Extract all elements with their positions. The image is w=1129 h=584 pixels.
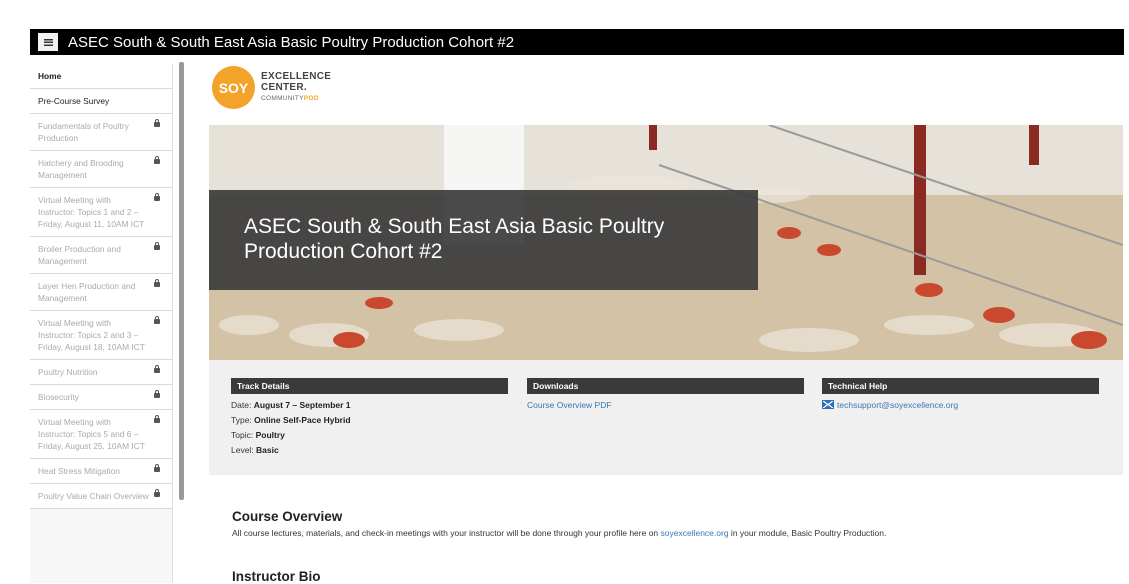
- overview-text-before: All course lectures, materials, and chec…: [232, 528, 661, 538]
- sidebar-item[interactable]: Heat Stress Mitigation: [30, 459, 172, 484]
- sidebar-item[interactable]: Hatchery and Brooding Management: [30, 151, 172, 188]
- sidebar-item-label: Hatchery and Brooding Management: [38, 158, 124, 180]
- track-date: Date: August 7 – September 1: [231, 398, 508, 413]
- sidebar-scrollbar[interactable]: [179, 62, 184, 500]
- lock-icon: [154, 119, 160, 127]
- sidebar-item[interactable]: Fundamentals of Poultry Production: [30, 114, 172, 151]
- sidebar-item-label: Heat Stress Mitigation: [38, 466, 120, 476]
- track-topic-label: Topic:: [231, 430, 256, 440]
- logo-wordmark: EXCELLENCE CENTER. COMMUNITYPOD: [261, 71, 331, 104]
- track-details-body: Date: August 7 – September 1 Type: Onlin…: [231, 398, 508, 458]
- course-title: ASEC South & South East Asia Basic Poult…: [68, 33, 515, 51]
- track-level: Level: Basic: [231, 443, 508, 458]
- logo-line2: CENTER.: [261, 82, 307, 93]
- envelope-icon: [822, 400, 834, 409]
- sidebar-item[interactable]: Virtual Meeting with Instructor: Topics …: [30, 410, 172, 459]
- track-topic: Topic: Poultry: [231, 428, 508, 443]
- sidebar-item-label: Home: [38, 71, 62, 81]
- lock-icon: [154, 279, 160, 287]
- logo-community-text: COMMUNITY: [261, 95, 304, 102]
- track-topic-value: Poultry: [255, 430, 285, 440]
- downloads-column: Downloads Course Overview PDF: [527, 378, 804, 413]
- course-overview-pdf-link[interactable]: Course Overview PDF: [527, 400, 612, 410]
- hero-title: ASEC South & South East Asia Basic Poult…: [244, 215, 665, 263]
- sidebar-item[interactable]: Virtual Meeting with Instructor: Topics …: [30, 311, 172, 360]
- track-date-label: Date:: [231, 400, 254, 410]
- sidebar-item[interactable]: Broiler Production and Management: [30, 237, 172, 274]
- top-header-bar: ASEC South & South East Asia Basic Poult…: [30, 29, 1124, 55]
- lock-icon: [154, 390, 160, 398]
- track-details-heading: Track Details: [231, 378, 508, 394]
- hero-title-overlay: ASEC South & South East Asia Basic Poult…: [209, 190, 758, 290]
- track-date-value: August 7 – September 1: [253, 400, 351, 410]
- soy-excellence-logo: SOY EXCELLENCE CENTER. COMMUNITYPOD: [212, 66, 331, 109]
- sidebar-item[interactable]: Home: [30, 64, 172, 89]
- track-type-label: Type:: [231, 415, 255, 425]
- soy-logo-mark: SOY: [212, 66, 255, 109]
- lock-icon: [154, 316, 160, 324]
- lock-icon: [154, 156, 160, 164]
- techsupport-email-link[interactable]: techsupport@soyexcellence.org: [837, 400, 958, 410]
- sidebar-item-label: Pre-Course Survey: [38, 96, 110, 106]
- menu-icon: [43, 38, 53, 46]
- downloads-heading: Downloads: [527, 378, 804, 394]
- sidebar-item-label: Poultry Nutrition: [38, 367, 98, 377]
- sidebar-item-label: Virtual Meeting with Instructor: Topics …: [38, 417, 145, 451]
- sidebar-item[interactable]: Layer Hen Production and Management: [30, 274, 172, 311]
- sidebar-item-label: Layer Hen Production and Management: [38, 281, 136, 303]
- sidebar-item-label: Broiler Production and Management: [38, 244, 121, 266]
- sidebar-item[interactable]: Poultry Nutrition: [30, 360, 172, 385]
- technical-help-body: techsupport@soyexcellence.org: [822, 398, 1099, 413]
- sidebar-item-label: Virtual Meeting with Instructor: Topics …: [38, 195, 145, 229]
- lock-icon: [154, 193, 160, 201]
- lock-icon: [154, 242, 160, 250]
- lock-icon: [154, 464, 160, 472]
- overview-text-after: in your module, Basic Poultry Production…: [728, 528, 887, 538]
- lock-icon: [154, 365, 160, 373]
- sidebar-item-label: Virtual Meeting with Instructor: Topics …: [38, 318, 145, 352]
- menu-button[interactable]: [38, 33, 58, 51]
- track-type-value: Online Self-Pace Hybrid: [254, 415, 351, 425]
- sidebar-item[interactable]: Poultry Value Chain Overview: [30, 484, 172, 509]
- sidebar-item[interactable]: Virtual Meeting with Instructor: Topics …: [30, 188, 172, 237]
- track-type: Type: Online Self-Pace Hybrid: [231, 413, 508, 428]
- logo-community: COMMUNITYPOD: [261, 93, 331, 104]
- course-overview-text: All course lectures, materials, and chec…: [232, 528, 1112, 538]
- sidebar: Home Pre-Course Survey Fundamentals of Pou…: [30, 64, 173, 583]
- sidebar-item-label: Biosecurity: [38, 392, 79, 402]
- track-details-column: Track Details Date: August 7 – September…: [231, 378, 508, 458]
- track-level-label: Level:: [231, 445, 257, 455]
- sidebar-item-label: Fundamentals of Poultry Production: [38, 121, 129, 143]
- logo-pod-text: POD: [303, 95, 319, 102]
- sidebar-item-label: Poultry Value Chain Overview: [38, 491, 149, 501]
- track-level-value: Basic: [256, 445, 279, 455]
- sidebar-item[interactable]: Pre-Course Survey: [30, 89, 172, 114]
- course-overview-heading: Course Overview: [232, 509, 343, 524]
- technical-help-column: Technical Help techsupport@soyexcellence…: [822, 378, 1099, 413]
- course-overview-section: Course Overview All course lectures, mat…: [232, 509, 1112, 538]
- instructor-bio-heading: Instructor Bio: [232, 569, 321, 584]
- logo-line1: EXCELLENCE: [261, 71, 332, 82]
- downloads-body: Course Overview PDF: [527, 398, 804, 413]
- course-details-panel: Track Details Date: August 7 – September…: [209, 360, 1123, 475]
- lock-icon: [154, 415, 160, 423]
- hero-banner: ASEC South & South East Asia Basic Poult…: [209, 125, 1123, 360]
- soyexcellence-link[interactable]: soyexcellence.org: [661, 528, 729, 538]
- lock-icon: [154, 489, 160, 497]
- sidebar-item[interactable]: Biosecurity: [30, 385, 172, 410]
- technical-help-heading: Technical Help: [822, 378, 1099, 394]
